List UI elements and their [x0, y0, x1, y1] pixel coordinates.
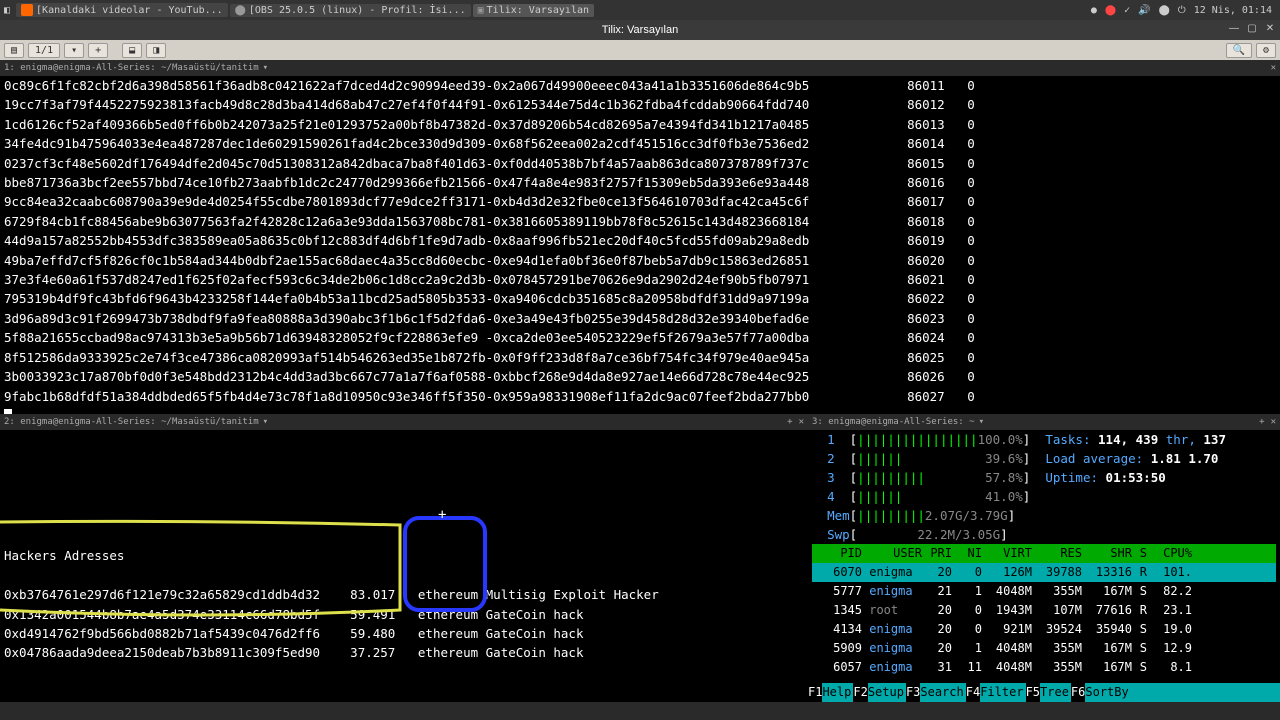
desktop-panel: ◧ [Kanaldaki videolar - YouTub... ⬤[OBS … — [0, 0, 1280, 20]
pane-br-add[interactable]: + — [1259, 417, 1264, 427]
search-button[interactable]: 🔍 — [1226, 43, 1252, 58]
pane-bl-close[interactable]: ✕ — [799, 417, 804, 427]
chevron-down-icon[interactable]: ▾ — [263, 63, 268, 73]
tray-icon[interactable]: ✓ — [1124, 5, 1130, 16]
page-indicator: 1/1 — [28, 43, 60, 58]
minimize-button[interactable]: — — [1226, 22, 1242, 36]
pane-bottom-right: 3: enigma@enigma-All-Series: ~ ▾ + ✕ 1 [|… — [808, 414, 1280, 702]
page-down-button[interactable]: ▾ — [64, 43, 84, 58]
maximize-button[interactable]: ▢ — [1244, 22, 1260, 36]
terminal-top[interactable]: 0c89c6f1fc82cbf2d6a398d58561f36adb8c0421… — [0, 76, 1280, 414]
chevron-down-icon[interactable]: ▾ — [263, 417, 268, 427]
pane-bl-add[interactable]: + — [787, 417, 792, 427]
pane-bl-title[interactable]: 2: enigma@enigma-All-Series: ~/Masaüstü/… — [4, 417, 259, 427]
app-menu-icon[interactable]: ◧ — [0, 5, 14, 16]
add-button[interactable]: + — [88, 43, 108, 58]
sidebar-button[interactable]: ▤ — [4, 43, 24, 58]
clock[interactable]: 12 Nis, 01:14 — [1194, 5, 1272, 16]
close-button[interactable]: ✕ — [1262, 22, 1278, 36]
taskbar-item-youtube[interactable]: [Kanaldaki videolar - YouTub... — [16, 3, 228, 17]
pane-br-title[interactable]: 3: enigma@enigma-All-Series: ~ — [812, 417, 975, 427]
network-icon[interactable]: ⬤ — [1159, 5, 1170, 16]
pane-top-close[interactable]: ✕ — [1271, 63, 1276, 73]
pane-top-tab: 1: enigma@enigma-All-Series: ~/Masaüstü/… — [0, 60, 1280, 76]
terminal-icon: ▣ — [478, 5, 484, 16]
chevron-down-icon[interactable]: ▾ — [979, 417, 984, 427]
split-right-button[interactable]: ◨ — [146, 43, 166, 58]
volume-icon[interactable]: 🔊 — [1138, 5, 1150, 16]
firefox-icon — [21, 4, 33, 16]
pane-br-close[interactable]: ✕ — [1271, 417, 1276, 427]
taskbar-item-tilix[interactable]: ▣Tilix: Varsayılan — [473, 4, 594, 17]
window-title-bar: Tilix: Varsayılan — ▢ ✕ — [0, 20, 1280, 40]
terminal-bottom-right-htop[interactable]: 1 [||||||||||||||||100.0%] Tasks: 114, 4… — [808, 430, 1280, 702]
tray-icon[interactable]: ⬤ — [1105, 5, 1116, 16]
window-title: Tilix: Varsayılan — [602, 24, 678, 36]
pane-bottom-left: 2: enigma@enigma-All-Series: ~/Masaüstü/… — [0, 414, 808, 702]
obs-icon: ⬤ — [235, 5, 246, 16]
tilix-toolbar: ▤ 1/1 ▾ + ⬓ ◨ 🔍 ⚙ — [0, 40, 1280, 60]
settings-button[interactable]: ⚙ — [1256, 43, 1276, 58]
terminal-bottom-left[interactable]: + Hackers Adresses 0xb3764761e297d6f121e… — [0, 430, 808, 702]
split-down-button[interactable]: ⬓ — [122, 43, 142, 58]
crosshair-cursor: + — [438, 506, 446, 525]
taskbar-item-obs[interactable]: ⬤[OBS 25.0.5 (linux) - Profil: İsi... — [230, 4, 471, 17]
pane-top-title[interactable]: 1: enigma@enigma-All-Series: ~/Masaüstü/… — [4, 63, 259, 73]
tray-icon[interactable]: ● — [1091, 5, 1097, 16]
power-icon[interactable]: ⏻ — [1178, 5, 1186, 16]
